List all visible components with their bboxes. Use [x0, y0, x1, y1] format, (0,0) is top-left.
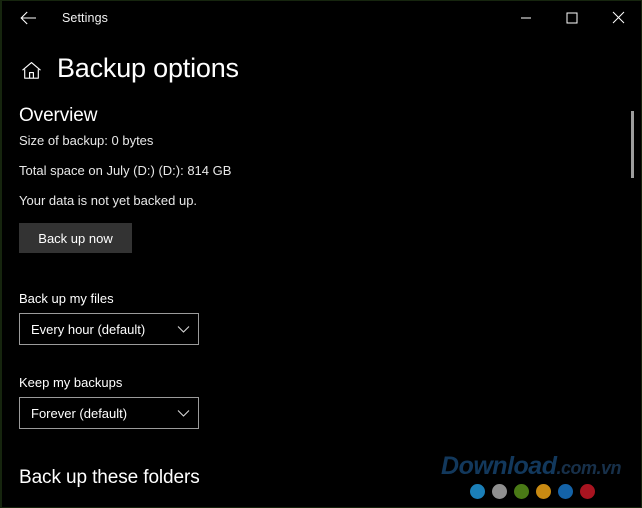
- back-arrow-icon: [19, 11, 37, 25]
- window-controls: [503, 1, 641, 34]
- back-up-now-button[interactable]: Back up now: [19, 223, 132, 253]
- scrollbar-thumb[interactable]: [631, 111, 634, 178]
- title-bar: Settings: [2, 1, 641, 34]
- back-up-my-files-label: Back up my files: [19, 291, 114, 306]
- maximize-icon: [566, 12, 578, 24]
- chevron-down-icon: [176, 406, 190, 420]
- settings-window: Settings Backup options Overview Size of…: [0, 0, 642, 508]
- maximize-button[interactable]: [549, 1, 595, 34]
- vertical-scrollbar[interactable]: [627, 105, 639, 507]
- close-icon: [612, 11, 625, 24]
- total-space-text: Total space on July (D:) (D:): 814 GB: [19, 163, 232, 178]
- size-of-backup-text: Size of backup: 0 bytes: [19, 133, 154, 148]
- back-up-these-folders-heading: Back up these folders: [19, 467, 200, 488]
- back-up-my-files-value: Every hour (default): [31, 321, 146, 337]
- keep-my-backups-dropdown[interactable]: Forever (default): [19, 397, 199, 429]
- keep-my-backups-label: Keep my backups: [19, 375, 123, 390]
- back-up-my-files-dropdown[interactable]: Every hour (default): [19, 313, 199, 345]
- settings-content: Overview Size of backup: 0 bytes Total s…: [2, 105, 622, 507]
- minimize-button[interactable]: [503, 1, 549, 34]
- backup-status-text: Your data is not yet backed up.: [19, 193, 198, 208]
- close-button[interactable]: [595, 1, 641, 34]
- app-title: Settings: [62, 10, 108, 25]
- page-header: Backup options: [19, 53, 239, 84]
- overview-heading: Overview: [19, 105, 98, 126]
- minimize-icon: [520, 12, 532, 24]
- page-title: Backup options: [57, 53, 239, 83]
- chevron-down-icon: [176, 322, 190, 336]
- back-button[interactable]: [6, 2, 50, 34]
- home-icon[interactable]: [19, 59, 43, 83]
- keep-my-backups-value: Forever (default): [31, 405, 128, 421]
